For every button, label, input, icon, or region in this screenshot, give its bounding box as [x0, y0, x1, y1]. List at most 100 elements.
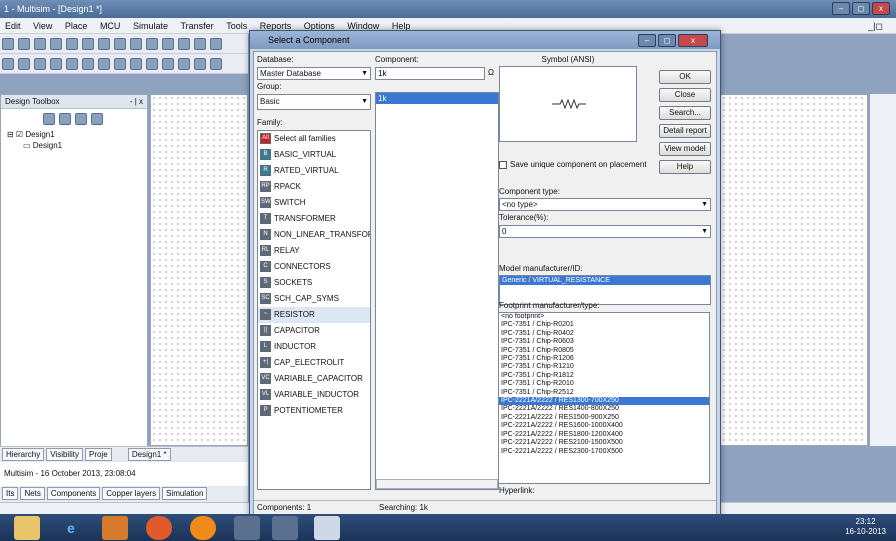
- tab-components[interactable]: Components: [46, 487, 101, 500]
- footprint-item[interactable]: IPC-7351 / Chip-R0805: [499, 347, 709, 355]
- copy-icon[interactable]: [82, 38, 94, 50]
- close-button[interactable]: Close: [659, 88, 711, 102]
- family-item[interactable]: S SOCKETS: [258, 275, 370, 291]
- zoom-area-icon[interactable]: [194, 38, 206, 50]
- help-button[interactable]: Help: [659, 160, 711, 174]
- toolbox-new-icon[interactable]: [43, 113, 55, 125]
- cut-icon[interactable]: [66, 38, 78, 50]
- family-item[interactable]: L INDUCTOR: [258, 339, 370, 355]
- component-list-scrollbar[interactable]: [376, 479, 498, 489]
- family-item[interactable]: RL RELAY: [258, 243, 370, 259]
- footprint-item[interactable]: IPC-2221A/2222 / RES1600-1000X400: [499, 422, 709, 430]
- redo-icon[interactable]: [130, 38, 142, 50]
- footprint-item[interactable]: <no footprint>: [499, 313, 709, 321]
- menu-place[interactable]: Place: [65, 21, 88, 31]
- maximize-button[interactable]: ◻: [852, 2, 870, 15]
- menu-mcu[interactable]: MCU: [100, 21, 121, 31]
- footprint-item[interactable]: IPC-2221A/2222 / RES1800-1200X400: [499, 431, 709, 439]
- family-item[interactable]: VL VARIABLE_INDUCTOR: [258, 387, 370, 403]
- family-item[interactable]: P POTENTIOMETER: [258, 403, 370, 419]
- footprint-item[interactable]: IPC-7351 / Chip-R0603: [499, 338, 709, 346]
- tolerance-select[interactable]: 0 ▼: [499, 225, 711, 238]
- family-item[interactable]: R RATED_VIRTUAL: [258, 163, 370, 179]
- ok-button[interactable]: OK: [659, 70, 711, 84]
- footprint-item[interactable]: IPC-7351 / Chip-R1210: [499, 363, 709, 371]
- footprint-list[interactable]: <no footprint> IPC-7351 / Chip-R0201 IPC-7…: [498, 312, 710, 484]
- family-item[interactable]: SW SWITCH: [258, 195, 370, 211]
- place-misc-icon[interactable]: [178, 58, 190, 70]
- close-window-button[interactable]: x: [872, 2, 890, 15]
- group-select[interactable]: Basic ▼: [257, 94, 371, 110]
- model-list-item[interactable]: Generic / VIRTUAL_RESISTANCE: [500, 276, 710, 285]
- footprint-item[interactable]: IPC-2221A/2222 / RES1500-900X250: [499, 414, 709, 422]
- tab-visibility[interactable]: Visibility: [46, 448, 83, 461]
- component-type-select[interactable]: <no type> ▼: [499, 198, 711, 211]
- place-rf-icon[interactable]: [194, 58, 206, 70]
- place-diode-icon[interactable]: [34, 58, 46, 70]
- detail-report-button[interactable]: Detail report: [659, 124, 711, 138]
- family-item[interactable]: T TRANSFORMER: [258, 211, 370, 227]
- tab-project[interactable]: Proje: [84, 448, 112, 461]
- media-player-icon[interactable]: [102, 516, 128, 540]
- system-clock[interactable]: 23:12 16-10-2013: [845, 517, 886, 537]
- family-list[interactable]: All Select all families B BASIC_VIRTUAL R RAT…: [257, 130, 371, 490]
- dialog-minimize-button[interactable]: –: [638, 34, 656, 47]
- database-select[interactable]: Master Database ▼: [257, 67, 371, 80]
- file-explorer-icon[interactable]: [14, 516, 40, 540]
- view-model-button[interactable]: View model: [659, 142, 711, 156]
- footprint-item[interactable]: IPC-2221A/2222 / RES2100-1500X500: [499, 439, 709, 447]
- family-item[interactable]: SC SCH_CAP_SYMS: [258, 291, 370, 307]
- footprint-item[interactable]: IPC-2221A/2222 / RES1400-800X250: [499, 405, 709, 413]
- internet-explorer-icon[interactable]: e: [58, 516, 84, 540]
- family-item[interactable]: C CONNECTORS: [258, 259, 370, 275]
- footprint-item[interactable]: IPC-2221A/2222 / RES1300-700X250: [499, 397, 709, 406]
- footprint-item[interactable]: IPC-7351 / Chip-R2512: [499, 389, 709, 397]
- save-unique-option[interactable]: Save unique component on placement: [499, 160, 647, 169]
- tree-node-child[interactable]: ▭ Design1: [7, 140, 147, 151]
- toolbox-save-icon[interactable]: [75, 113, 87, 125]
- place-ttl-icon[interactable]: [82, 58, 94, 70]
- footprint-item[interactable]: IPC-7351 / Chip-R0402: [499, 330, 709, 338]
- place-electromech-icon[interactable]: [210, 58, 222, 70]
- place-indicator-icon[interactable]: [146, 58, 158, 70]
- zoom-in-icon[interactable]: [162, 38, 174, 50]
- open-file-icon[interactable]: [18, 38, 30, 50]
- undo-icon[interactable]: [114, 38, 126, 50]
- tab-hierarchy[interactable]: Hierarchy: [2, 448, 45, 461]
- toolbox-open-icon[interactable]: [59, 113, 71, 125]
- save-unique-checkbox[interactable]: [499, 160, 507, 169]
- family-item[interactable]: || CAPACITOR: [258, 323, 370, 339]
- search-button[interactable]: Search...: [659, 106, 711, 120]
- minimize-button[interactable]: –: [832, 2, 850, 15]
- place-basic-icon[interactable]: [18, 58, 30, 70]
- place-analog-icon[interactable]: [66, 58, 78, 70]
- place-power-icon[interactable]: [162, 58, 174, 70]
- menu-edit[interactable]: Edit: [5, 21, 21, 31]
- place-cmos-icon[interactable]: [98, 58, 110, 70]
- footprint-item[interactable]: IPC-7351 / Chip-R1812: [499, 372, 709, 380]
- tab-nets[interactable]: Nets: [20, 487, 45, 500]
- print-icon[interactable]: [50, 38, 62, 50]
- component-list[interactable]: 1k: [375, 92, 499, 490]
- dialog-maximize-button[interactable]: ◻: [658, 34, 676, 47]
- family-item[interactable]: B BASIC_VIRTUAL: [258, 147, 370, 163]
- firefox-icon[interactable]: [146, 516, 172, 540]
- full-screen-icon[interactable]: [146, 38, 158, 50]
- paste-icon[interactable]: [98, 38, 110, 50]
- chrome-icon[interactable]: [190, 516, 216, 540]
- family-item[interactable]: N NON_LINEAR_TRANSFOR: [258, 227, 370, 243]
- window-icon[interactable]: [314, 516, 340, 540]
- multisim-icon[interactable]: [234, 516, 260, 540]
- menu-tools[interactable]: Tools: [226, 21, 247, 31]
- schematic-canvas-right[interactable]: [720, 94, 868, 446]
- footprint-item[interactable]: IPC-7351 / Chip-R2010: [499, 380, 709, 388]
- tab-results[interactable]: Its: [2, 487, 19, 500]
- place-transistor-icon[interactable]: [50, 58, 62, 70]
- component-input[interactable]: [375, 67, 485, 80]
- family-item[interactable]: All Select all families: [258, 131, 370, 147]
- menu-view[interactable]: View: [33, 21, 52, 31]
- component-list-item[interactable]: 1k: [376, 93, 498, 104]
- zoom-fit-icon[interactable]: [210, 38, 222, 50]
- family-item[interactable]: RP RPACK: [258, 179, 370, 195]
- tab-copper-layers[interactable]: Copper layers: [102, 487, 161, 500]
